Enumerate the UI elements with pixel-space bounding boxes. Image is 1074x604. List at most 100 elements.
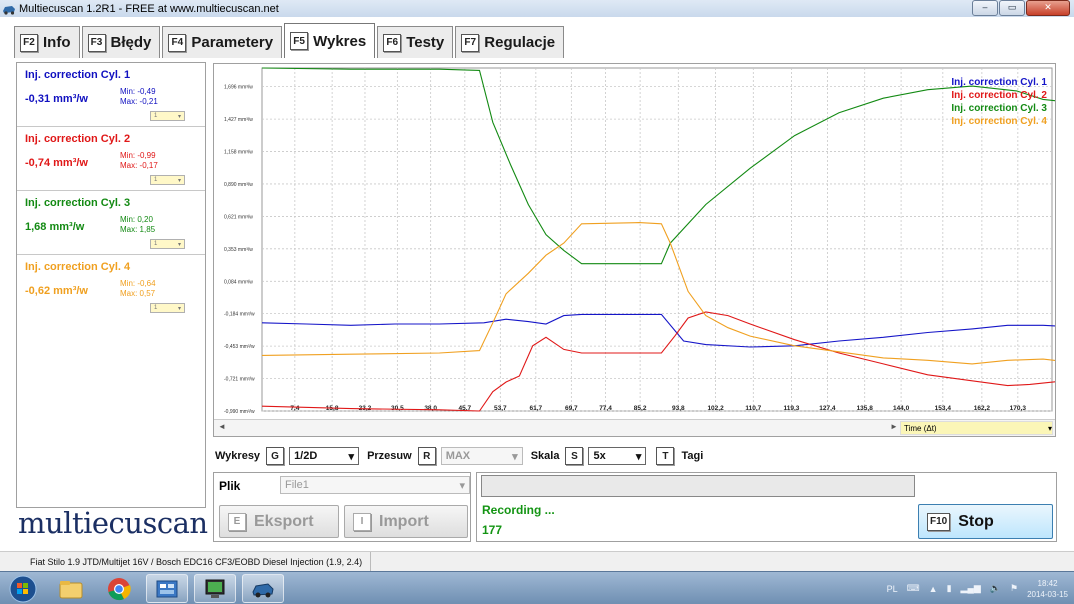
x-tick-label: 61,7 xyxy=(530,405,543,412)
battery-icon[interactable]: ▮ xyxy=(947,583,952,594)
cylinder-max: Max: -0,17 xyxy=(120,161,158,170)
cylinder-name: Inj. correction Cyl. 2 xyxy=(25,133,131,145)
x-tick-label: 38,0 xyxy=(424,405,437,412)
title-bar: Multiecuscan 1.2R1 - FREE at www.multiec… xyxy=(0,0,1074,17)
cylinder-chart-select[interactable]: 1 ▾ xyxy=(150,175,185,185)
cylinder-chart-select[interactable]: 1 ▾ xyxy=(150,303,185,313)
plot-area xyxy=(261,67,1053,412)
language-indicator[interactable]: PL xyxy=(887,584,898,594)
show-hidden-icon[interactable]: ▲ xyxy=(929,584,938,594)
scroll-right-icon[interactable]: ► xyxy=(890,422,898,431)
recording-count: 177 xyxy=(482,523,503,537)
tab-testy[interactable]: F6 Testy xyxy=(377,26,454,58)
clock[interactable]: 18:42 2014-03-15 xyxy=(1027,578,1068,600)
key-g: G xyxy=(266,447,285,465)
y-tick-label: 0,621 mm³/w xyxy=(224,214,253,220)
x-tick-label: 162,2 xyxy=(974,405,991,412)
main-tabs: F2 Info F3 Błędy F4 Parametery F5 Wykres F6 T… xyxy=(14,23,565,58)
cylinder-chart-select[interactable]: 1 ▾ xyxy=(150,239,185,249)
x-tick-label: 69,7 xyxy=(565,405,578,412)
y-tick-label: 0,890 mm³/w xyxy=(224,182,253,188)
cylinder-1-box[interactable]: Inj. correction Cyl. 1 -0,31 mm³/w Min: … xyxy=(17,63,205,127)
recording-panel: Recording ... 177 F10 Stop xyxy=(476,472,1057,542)
chrome-taskbar-icon[interactable] xyxy=(98,574,140,603)
cylinder-minmax: Min: -0,99 Max: -0,17 xyxy=(120,151,158,171)
app-taskbar-icon[interactable] xyxy=(146,574,188,603)
y-tick-label: 1,158 mm³/w xyxy=(224,150,253,156)
tab-bledy[interactable]: F3 Błędy xyxy=(81,26,161,58)
cylinder-3-box[interactable]: Inj. correction Cyl. 3 1,68 mm³/w Min: 0… xyxy=(17,191,205,255)
explorer-taskbar-icon[interactable] xyxy=(50,574,92,603)
cylinder-min: Min: 0,20 xyxy=(120,215,153,224)
y-tick-label: 1,427 mm³/w xyxy=(224,117,253,123)
cylinder-value: 1,68 mm³/w xyxy=(25,221,85,233)
x-tick-label: 7,4 xyxy=(290,405,299,412)
keyboard-icon[interactable]: ⌨ xyxy=(907,583,920,594)
wykresy-select[interactable]: 1/2D ▾ xyxy=(289,447,360,465)
y-tick-label: 0,084 mm³/w xyxy=(224,279,253,285)
tab-parametery[interactable]: F4 Parametery xyxy=(162,26,283,58)
x-tick-label: 135,8 xyxy=(857,405,874,412)
x-tick-label: 144,0 xyxy=(893,405,910,412)
window-title: Multiecuscan 1.2R1 - FREE at www.multiec… xyxy=(19,2,279,15)
import-button[interactable]: I Import xyxy=(344,505,468,538)
chevron-down-icon: ▾ xyxy=(635,450,642,463)
cylinder-minmax: Min: -0,49 Max: -0,21 xyxy=(120,87,158,107)
volume-icon[interactable]: 🔈 xyxy=(990,583,1001,594)
select-value: 1/2D xyxy=(294,450,318,462)
minimize-button[interactable]: ‒ xyxy=(972,0,998,16)
cylinder-2-box[interactable]: Inj. correction Cyl. 2 -0,74 mm³/w Min: … xyxy=(17,127,205,191)
tab-info[interactable]: F2 Info xyxy=(14,26,80,58)
network-icon[interactable]: ▂▄▆ xyxy=(961,583,981,594)
select-value: 1 xyxy=(154,241,158,247)
diagnostic-taskbar-icon[interactable] xyxy=(194,574,236,603)
przesuw-select[interactable]: MAX ▾ xyxy=(440,447,523,465)
taskbar: PL ⌨ ▲ ▮ ▂▄▆ 🔈 ⚑ 18:42 2014-03-15 xyxy=(0,571,1074,604)
time-axis-label: Time (Δt) xyxy=(904,423,937,433)
tab-wykres[interactable]: F5 Wykres xyxy=(284,23,376,58)
skala-label: Skala xyxy=(530,450,560,462)
cylinder-chart-select[interactable]: 1 ▾ xyxy=(150,111,185,121)
key-f6: F6 xyxy=(383,33,402,52)
cylinder-name: Inj. correction Cyl. 3 xyxy=(25,197,131,209)
chart-controls: Wykresy G 1/2D ▾ Przesuw R MAX ▾ Skala S 5… xyxy=(215,446,703,466)
chevron-down-icon: ▾ xyxy=(177,305,181,312)
x-tick-label: 170,3 xyxy=(1010,405,1027,412)
multiecuscan-taskbar-icon[interactable] xyxy=(242,574,284,603)
tab-label: Testy xyxy=(406,34,445,51)
stop-button[interactable]: F10 Stop xyxy=(918,504,1053,539)
cylinder-min: Min: -0,99 xyxy=(120,151,156,160)
close-button[interactable]: ✕ xyxy=(1026,0,1070,16)
x-tick-label: 93,8 xyxy=(672,405,685,412)
start-button[interactable] xyxy=(2,574,44,603)
chart-panel: 1,696 mm³/w 1,427 mm³/w 1,158 mm³/w 0,890 m… xyxy=(213,63,1056,437)
maximize-button[interactable]: ▭ xyxy=(999,0,1025,16)
cylinder-4-box[interactable]: Inj. correction Cyl. 4 -0,62 mm³/w Min: … xyxy=(17,255,205,319)
time-axis-select[interactable]: Time (Δt) ▾ xyxy=(900,421,1053,435)
key-t[interactable]: T xyxy=(656,447,675,465)
chart-legend: Inj. correction Cyl. 1 Inj. correction C… xyxy=(951,76,1047,128)
tab-label: Regulacje xyxy=(484,34,556,51)
x-tick-label: 127,4 xyxy=(819,405,836,412)
tagi-label[interactable]: Tagi xyxy=(681,450,703,462)
scroll-left-icon[interactable]: ◄ xyxy=(218,422,226,431)
chevron-down-icon: ▾ xyxy=(459,479,465,492)
import-label: Import xyxy=(379,512,429,530)
key-s: S xyxy=(565,447,584,465)
file-select[interactable]: File1 ▾ xyxy=(280,476,470,494)
tab-regulacje[interactable]: F7 Regulacje xyxy=(455,26,565,58)
select-value: 1 xyxy=(154,113,158,119)
key-r: R xyxy=(417,447,436,465)
tab-label: Info xyxy=(43,34,71,51)
cylinder-min: Min: -0,49 xyxy=(120,87,156,96)
x-tick-label: 30,5 xyxy=(391,405,404,412)
cylinder-max: Max: -0,21 xyxy=(120,97,158,106)
tab-label: Parametery xyxy=(191,34,274,51)
progress-bar xyxy=(481,475,915,497)
y-tick-label: -0,990 mm³/w xyxy=(224,409,255,415)
x-tick-label: 110,7 xyxy=(745,405,761,412)
clock-time: 18:42 xyxy=(1037,578,1058,588)
flag-icon[interactable]: ⚑ xyxy=(1010,583,1018,594)
export-button[interactable]: E Eksport xyxy=(219,505,339,538)
skala-select[interactable]: 5x ▾ xyxy=(588,447,647,465)
